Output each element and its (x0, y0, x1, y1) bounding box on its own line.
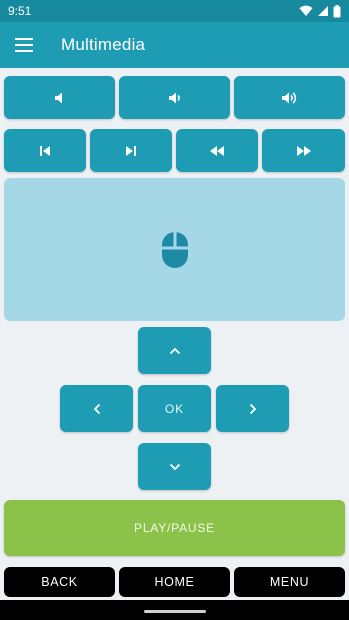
status-bar: 9:51 (0, 0, 349, 22)
home-label: HOME (154, 575, 195, 589)
mouse-icon (161, 231, 188, 268)
rewind-button[interactable] (176, 129, 258, 172)
speaker-mute-icon (54, 92, 62, 103)
next-button[interactable] (90, 129, 172, 172)
rewind-icon (210, 145, 224, 156)
chevron-right-icon (249, 403, 256, 414)
ok-label: OK (164, 401, 185, 416)
play-pause-label: PLAY/PAUSE (134, 521, 215, 535)
gesture-handle[interactable] (144, 610, 206, 613)
skip-next-icon (126, 145, 136, 156)
volume-up-icon (281, 91, 296, 104)
dpad-left-button[interactable] (60, 385, 133, 432)
back-button[interactable]: BACK (4, 567, 115, 597)
skip-previous-icon (40, 145, 50, 156)
system-nav-bar (0, 600, 349, 620)
dpad-down-button[interactable] (138, 443, 211, 490)
play-pause-button[interactable]: PLAY/PAUSE (4, 500, 345, 556)
mute-button[interactable] (4, 76, 115, 119)
chevron-down-icon (169, 463, 180, 470)
home-button[interactable]: HOME (119, 567, 230, 597)
fast-forward-button[interactable] (262, 129, 345, 172)
menu-label: MENU (269, 575, 310, 589)
page-title: Multimedia (61, 35, 146, 54)
back-label: BACK (41, 575, 78, 589)
status-icons (299, 4, 341, 18)
dpad-up-button[interactable] (138, 327, 211, 374)
previous-button[interactable] (4, 129, 86, 172)
dpad-ok-button[interactable]: OK (138, 385, 211, 432)
volume-down-icon (168, 92, 180, 103)
chevron-left-icon (93, 403, 100, 414)
menu-icon[interactable] (12, 33, 36, 57)
battery-icon (333, 4, 341, 17)
chevron-up-icon (169, 347, 180, 354)
app-bar: Multimedia (0, 22, 349, 68)
signal-icon (318, 6, 328, 16)
wifi-icon (299, 5, 313, 16)
fast-forward-icon (296, 145, 311, 156)
volume-up-button[interactable] (234, 76, 345, 119)
status-time: 9:51 (8, 4, 32, 18)
menu-button[interactable]: MENU (234, 567, 345, 597)
dpad-right-button[interactable] (216, 385, 289, 432)
volume-down-button[interactable] (119, 76, 230, 119)
touchpad[interactable] (4, 178, 345, 321)
